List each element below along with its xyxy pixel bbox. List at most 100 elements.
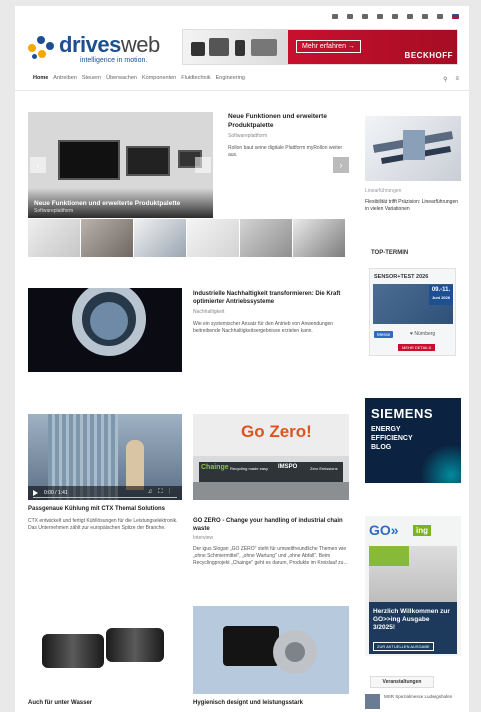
slide-title[interactable]: Neue Funktionen und erweiterte Produktpa…: [34, 200, 180, 207]
nav-item-ueberwachen[interactable]: Überwachen: [106, 75, 137, 81]
gozero-image[interactable]: Go Zero! Chainge Recycling made easy IMS…: [193, 414, 349, 500]
article-nachhaltigkeit: Industrielle Nachhaltigkeit transformier…: [193, 290, 351, 335]
nav-item-fluidtechnik[interactable]: Fluidtechnik: [181, 75, 210, 81]
card-category[interactable]: Interview: [193, 535, 348, 541]
banner-cta-button[interactable]: Mehr erfahren →: [296, 40, 361, 53]
slider-thumb[interactable]: [134, 219, 187, 257]
tab-veranstaltungen[interactable]: Veranstaltungen: [370, 676, 434, 688]
going-issue-button[interactable]: ZUR AKTUELLEN AUSGABE: [373, 642, 434, 651]
nav-item-antreiben[interactable]: Antreiben: [53, 75, 77, 81]
featured-excerpt: Rollon baut seine digitale Plattform myR…: [228, 145, 343, 158]
gozero-headline: Go Zero!: [241, 422, 312, 441]
sidebar-linear-image[interactable]: [365, 116, 461, 181]
menu-icon[interactable]: ≡: [455, 76, 459, 83]
event-badge: Messe: [374, 331, 394, 338]
card-title[interactable]: Auch für unter Wasser: [28, 699, 183, 707]
siemens-ad[interactable]: SIEMENS ENERGY EFFICIENCY BLOG: [365, 398, 461, 483]
siemens-brand: SIEMENS: [371, 406, 434, 421]
article-wasser: Auch für unter Wasser: [28, 699, 183, 707]
event-date: 09.-11. Juni 2026: [429, 285, 453, 305]
gozero-sub1: Chainge: [201, 464, 229, 471]
motor-image[interactable]: [28, 606, 182, 694]
event-card[interactable]: SENSOR+TEST 2026 09.-11. Juni 2026 Messe …: [369, 268, 456, 356]
featured-category[interactable]: Softwareplattform: [228, 133, 348, 139]
phone-icon[interactable]: [407, 14, 413, 19]
banner-brand: BECKHOFF: [404, 51, 453, 60]
slider-thumb[interactable]: [187, 219, 240, 257]
gozero-sub2: Recycling made easy: [230, 466, 269, 471]
xing-icon[interactable]: [362, 14, 368, 19]
event-thumb: [365, 694, 380, 709]
banner-red-panel: Mehr erfahren → BECKHOFF: [288, 30, 457, 64]
slider-thumb[interactable]: [81, 219, 134, 257]
slide-category: Softwareplattform: [34, 208, 74, 214]
card-title[interactable]: Hygienisch designt und leistungsstark: [193, 699, 348, 707]
newsletter-icon[interactable]: [332, 14, 338, 19]
video-controls: 0:00 / 1:41 ♫⛶⋮: [28, 486, 182, 500]
hygiene-motor-image[interactable]: [193, 606, 349, 694]
video-time: 0:00 / 1:41: [44, 490, 68, 496]
top-bar: [15, 6, 469, 28]
card-title[interactable]: GO ZERO - Change your handling of indust…: [193, 517, 348, 533]
linkedin-icon[interactable]: [377, 14, 383, 19]
going-logo-ing: ing: [413, 525, 431, 536]
going-logo: GO»: [369, 522, 399, 538]
logo-tagline: intelligence in motion.: [80, 57, 148, 64]
slider-thumb[interactable]: [28, 219, 81, 257]
mail-icon[interactable]: [422, 14, 428, 19]
play-icon[interactable]: [33, 490, 38, 496]
video-progress[interactable]: [33, 497, 177, 498]
site-logo[interactable]: drivesweb intelligence in motion.: [28, 32, 178, 68]
top-termin-heading: TOP-TERMIN: [371, 250, 409, 256]
sidebar-article-title[interactable]: Flexibilität trifft Präzision: Linearfüh…: [365, 199, 461, 213]
page: drivesweb intelligence in motion. Mehr e…: [15, 6, 469, 712]
siemens-decoration: [411, 443, 461, 483]
slider-thumb[interactable]: [293, 219, 346, 257]
article-hygiene: Hygienisch designt und leistungsstark: [193, 699, 348, 707]
banner-product-image: [183, 30, 288, 64]
main-nav: Home Antreiben Steuern Überwachen Kompon…: [15, 73, 469, 91]
nav-item-engineering[interactable]: Engineering: [216, 75, 245, 81]
gozero-sub3: IMSPO: [278, 464, 298, 470]
event-logo: SENSOR+TEST 2026: [374, 274, 429, 280]
gozero-sub4: Zero Emissions: [310, 466, 338, 471]
article-gozero: GO ZERO - Change your handling of indust…: [193, 517, 348, 567]
featured-article: Neue Funktionen und erweiterte Produktpa…: [228, 112, 348, 159]
article-title[interactable]: Industrielle Nachhaltigkeit transformier…: [193, 290, 351, 306]
send-icon[interactable]: [437, 14, 443, 19]
slider-thumbnails: [28, 219, 348, 257]
logo-gear-icon: [28, 34, 56, 62]
card-excerpt: Der igus Slogan „GO ZERO" steht für umwe…: [193, 546, 348, 566]
logo-text: drivesweb: [59, 32, 160, 57]
going-welcome: Herzlich Willkommen zur GO>>ing Ausgabe …: [373, 608, 450, 631]
youtube-icon[interactable]: [392, 14, 398, 19]
slider-next-icon-left: [195, 157, 211, 173]
search-icon[interactable]: ⚲: [443, 76, 447, 83]
nav-item-komponenten[interactable]: Komponenten: [142, 75, 176, 81]
sidebar-category[interactable]: Linearführungen: [365, 188, 401, 194]
slider-prev-icon[interactable]: ‹: [30, 157, 46, 173]
slider-thumb[interactable]: [240, 219, 293, 257]
beckhoff-banner-ad[interactable]: Mehr erfahren → BECKHOFF: [182, 29, 458, 65]
going-cover-image: [369, 546, 457, 606]
article-category[interactable]: Nachhaltigkeit: [193, 309, 351, 315]
featured-slider[interactable]: ‹ Neue Funktionen und erweiterte Produkt…: [28, 112, 213, 218]
article-ctx: Passgenaue Kühlung mit CTX Themal Soluti…: [28, 505, 183, 532]
card-excerpt: CTX entwickelt und fertigt Kühllösungen …: [28, 518, 178, 531]
video-control-icons[interactable]: ♫⛶⋮: [148, 489, 176, 496]
going-ad[interactable]: GO» ing Herzlich Willkommen zur GO>>ing …: [365, 516, 461, 656]
x-icon[interactable]: [347, 14, 353, 19]
language-flag-icon[interactable]: [452, 14, 459, 19]
event-location: ♥ Nürnberg: [410, 331, 436, 337]
article-image-ring[interactable]: [28, 288, 182, 372]
nav-item-steuern[interactable]: Steuern: [82, 75, 101, 81]
event-details-button[interactable]: MEHR DETAILS: [398, 344, 436, 351]
social-icons: [332, 14, 459, 19]
card-title[interactable]: Passgenaue Kühlung mit CTX Themal Soluti…: [28, 505, 183, 513]
featured-title[interactable]: Neue Funktionen und erweiterte Produktpa…: [228, 112, 348, 130]
event-item-title: MSR Spezialmesse Ludwigshafen: [384, 694, 453, 699]
video-player[interactable]: 0:00 / 1:41 ♫⛶⋮: [28, 414, 182, 500]
slider-next-icon[interactable]: ›: [333, 157, 349, 173]
nav-item-home[interactable]: Home: [33, 75, 48, 81]
article-excerpt: Wie ein systemischer Ansatz für den Antr…: [193, 321, 334, 334]
